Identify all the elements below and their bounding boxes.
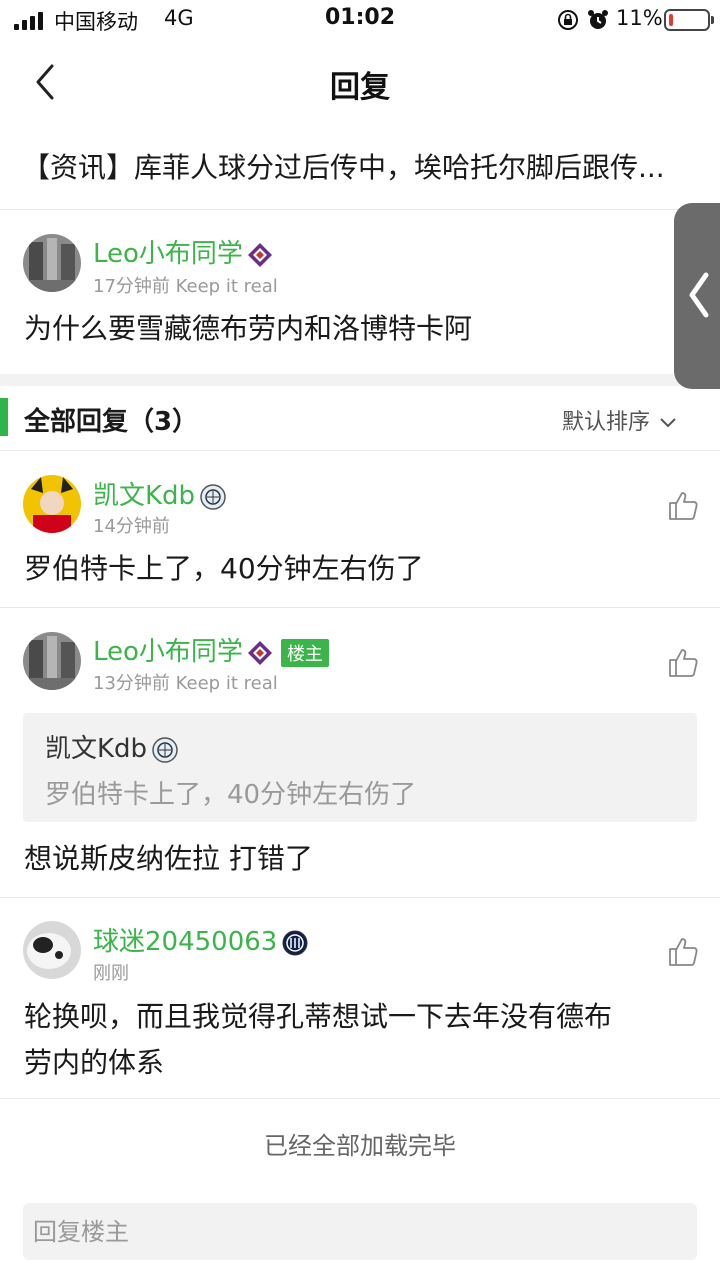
username[interactable]: 球迷20450063	[93, 921, 309, 958]
divider	[0, 209, 720, 210]
quoted-content: 罗伯特卡上了，40分钟左右伤了	[45, 780, 417, 810]
reply-input[interactable]	[23, 1203, 697, 1260]
avatar[interactable]	[23, 632, 81, 690]
battery-level	[669, 14, 673, 26]
reply-content: 罗伯特卡上了，40分钟左右伤了	[24, 552, 424, 585]
reply-meta: 14分钟前	[93, 516, 170, 537]
replies-section-title: 全部回复（3）	[24, 407, 199, 437]
thumbs-up-icon[interactable]	[667, 490, 699, 522]
sort-label: 默认排序	[562, 410, 651, 435]
team-badge-icon	[200, 483, 226, 510]
team-badge-icon	[247, 242, 272, 267]
avatar[interactable]	[23, 475, 81, 533]
divider	[0, 607, 720, 608]
section-accent-bar	[0, 398, 8, 436]
username[interactable]: Leo小布同学 楼主	[93, 631, 329, 668]
team-badge-icon	[282, 930, 308, 955]
reply-meta: 刚刚	[93, 963, 129, 984]
reply-content: 想说斯皮纳佐拉 打错了	[24, 842, 313, 875]
divider	[0, 1098, 720, 1099]
quoted-username-text: 凯文Kdb	[45, 734, 148, 764]
rotation-lock-icon	[558, 10, 578, 30]
quoted-reply[interactable]: 凯文Kdb 罗伯特卡上了，40分钟左右伤了	[23, 713, 697, 822]
username-text[interactable]: Leo小布同学	[93, 239, 243, 269]
sort-button[interactable]: 默认排序	[562, 404, 677, 436]
nav-bar: 回复	[0, 40, 720, 124]
page-title: 回复	[330, 70, 390, 105]
battery-icon	[664, 9, 714, 31]
reply-content: 轮换呗，而且我觉得孔蒂想试一下去年没有德布 劳内的体系	[24, 994, 612, 1086]
avatar[interactable]	[23, 921, 81, 979]
divider	[0, 450, 720, 451]
username[interactable]: 凯文Kdb	[93, 475, 227, 512]
avatar[interactable]	[23, 234, 81, 292]
username-text[interactable]: 球迷20450063	[93, 927, 277, 957]
divider	[0, 897, 720, 898]
section-separator	[0, 374, 720, 386]
quoted-username: 凯文Kdb	[45, 728, 179, 765]
reply-content-line: 轮换呗，而且我觉得孔蒂想试一下去年没有德布	[24, 1000, 613, 1033]
status-bar: 中国移动 4G 01:02 11%	[0, 0, 720, 40]
team-badge-icon	[152, 736, 178, 763]
reply-content-line: 劳内的体系	[24, 1046, 165, 1079]
thumbs-up-icon[interactable]	[667, 647, 699, 679]
username[interactable]: Leo小布同学	[93, 233, 273, 270]
username-text[interactable]: Leo小布同学	[93, 637, 243, 667]
loaded-all-text: 已经全部加载完毕	[264, 1132, 456, 1160]
chevron-down-icon	[660, 418, 676, 428]
thumbs-up-icon[interactable]	[667, 936, 699, 968]
alarm-icon	[588, 10, 608, 29]
username-text[interactable]: 凯文Kdb	[93, 481, 195, 511]
chevron-left-icon	[689, 272, 709, 318]
post-content: 为什么要雪藏德布劳内和洛博特卡阿	[24, 312, 473, 345]
team-badge-icon	[247, 640, 272, 665]
owner-tag: 楼主	[280, 638, 329, 667]
article-title[interactable]: 【资讯】库菲人球分过后传中，埃哈托尔脚后跟传...	[22, 146, 692, 186]
status-time: 01:02	[324, 5, 396, 30]
post-meta: 17分钟前 Keep it real	[93, 276, 278, 297]
side-drawer-handle[interactable]	[674, 203, 720, 389]
reply-meta: 13分钟前 Keep it real	[93, 673, 278, 694]
battery-percent: 11%	[616, 6, 663, 30]
